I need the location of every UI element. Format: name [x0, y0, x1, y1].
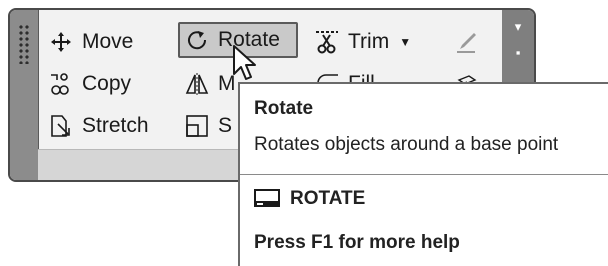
trim-label: Trim	[348, 30, 390, 53]
scale-label: S	[218, 114, 233, 137]
move-button[interactable]: Move	[44, 24, 139, 60]
erase-button[interactable]	[450, 24, 490, 60]
grip-dots-icon	[18, 24, 30, 64]
pin-icon[interactable]: ▾	[511, 20, 525, 34]
rotate-tooltip: Rotate Rotates objects around a base poi…	[238, 82, 608, 266]
stretch-button[interactable]: Stretch	[44, 108, 155, 144]
tooltip-title: Rotate	[254, 98, 314, 119]
move-arrows-icon	[48, 29, 74, 55]
tooltip-command: ROTATE	[254, 188, 365, 210]
copy-label: Copy	[82, 72, 132, 95]
copy-circles-icon	[48, 71, 74, 97]
eraser-pen-icon	[454, 29, 478, 55]
tooltip-description: Rotates objects around a base point	[254, 134, 559, 155]
stretch-icon	[48, 113, 74, 139]
trim-dropdown-icon[interactable]: ▼	[399, 35, 411, 49]
screen: ▾ ▪ Move Rotate Trim ▼ Copy M Stretch S …	[0, 0, 608, 266]
rotate-arrow-icon	[184, 27, 210, 53]
move-label: Move	[82, 30, 134, 53]
mirror-icon	[184, 71, 210, 97]
stretch-label: Stretch	[82, 114, 149, 137]
panel-options-icon[interactable]: ▪	[511, 46, 525, 60]
scale-icon	[184, 113, 210, 139]
scale-button[interactable]: S	[180, 108, 238, 144]
tooltip-command-name: ROTATE	[290, 188, 366, 209]
copy-button[interactable]: Copy	[44, 66, 137, 102]
tooltip-help-text: Press F1 for more help	[254, 232, 460, 253]
panel-grip-handle[interactable]	[10, 10, 39, 180]
mouse-cursor-icon	[233, 45, 256, 80]
trim-button[interactable]: Trim ▼	[310, 24, 417, 60]
trim-scissors-icon	[314, 29, 340, 55]
tooltip-divider	[240, 174, 608, 175]
command-line-icon	[254, 188, 280, 210]
